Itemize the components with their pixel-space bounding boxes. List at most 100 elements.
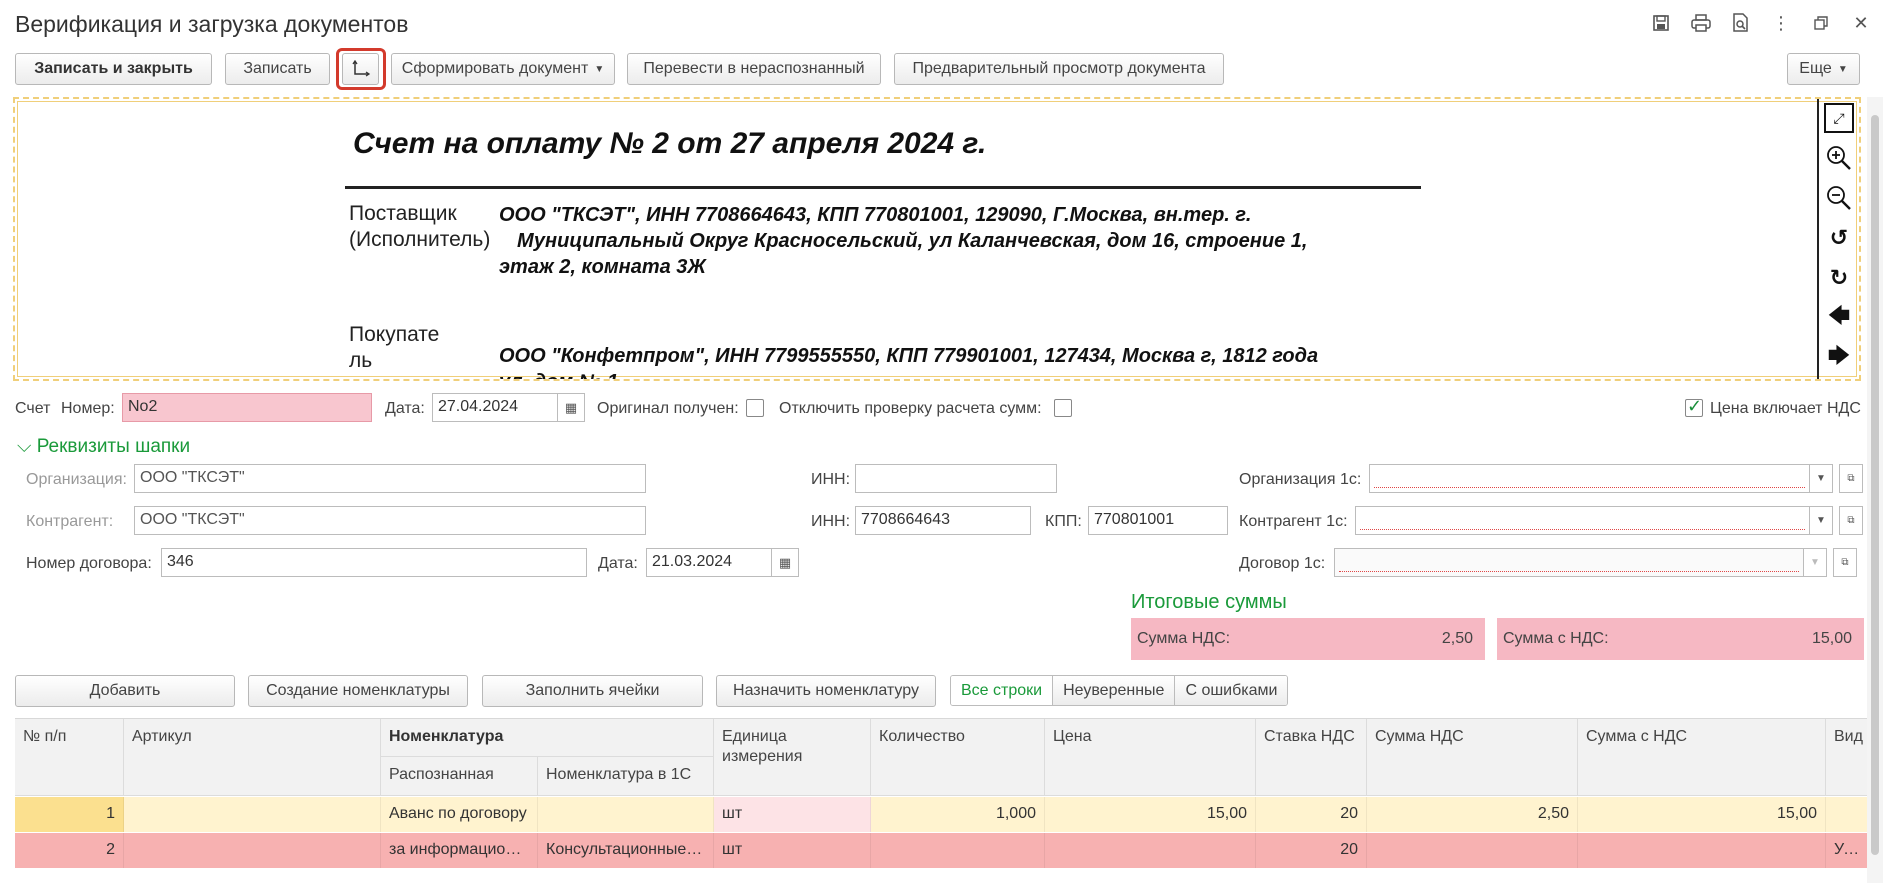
print-icon[interactable] [1691, 12, 1711, 34]
cell-unit[interactable]: шт [714, 797, 871, 832]
to-unrecognized-button[interactable]: Перевести в нераспознанный [627, 53, 881, 85]
filter-all-tab[interactable]: Все строки [951, 676, 1054, 705]
form-document-button[interactable]: Сформировать документ ▼ [391, 53, 615, 85]
cell-type[interactable] [1826, 797, 1870, 832]
col-vat-sum[interactable]: Сумма НДС [1367, 719, 1578, 796]
rotate-right-icon[interactable]: ↻ [1824, 263, 1854, 293]
chevron-down-icon[interactable]: ▼ [1803, 548, 1827, 577]
organization-1c-input[interactable] [1369, 464, 1810, 493]
open-icon[interactable]: ⧉ [1839, 464, 1863, 493]
disable-check-checkbox[interactable] [1054, 399, 1072, 417]
table-row[interactable]: 2 за информационные Консультационные усл… [15, 833, 1870, 868]
inn2-input[interactable]: 7708664643 [855, 506, 1031, 535]
contract-1c-input[interactable] [1334, 548, 1804, 577]
col-recognized[interactable]: Распознанная [381, 757, 538, 796]
fill-cells-button[interactable]: Заполнить ячейки [482, 675, 703, 707]
cell-num[interactable]: 2 [15, 833, 124, 868]
restore-icon[interactable] [1811, 12, 1831, 34]
coordinate-tool-button[interactable] [342, 53, 379, 85]
col-unit[interactable]: Единица измерения [714, 719, 871, 796]
cell-vat-sum[interactable]: 2,50 [1367, 797, 1578, 832]
contract-date-input[interactable]: 21.03.2024 [646, 548, 772, 577]
sum-total-value: 15,00 [1811, 630, 1852, 647]
contractor-input[interactable]: ООО "ТКСЭТ" [134, 506, 646, 535]
cell-type[interactable]: Услуг [1826, 833, 1870, 868]
rotate-left-icon[interactable]: ↺ [1824, 223, 1854, 253]
col-sum-with-vat[interactable]: Сумма с НДС [1578, 719, 1826, 796]
filter-errors-tab[interactable]: С ошибками [1175, 676, 1288, 705]
invoice-date-input[interactable]: 27.04.2024 [432, 393, 558, 422]
sum-total-box: Сумма с НДС: 15,00 [1497, 618, 1864, 660]
contractor-label: Контрагент: [26, 513, 114, 530]
disable-check-label: Отключить проверку расчета сумм: [779, 400, 1042, 417]
preview-document-button[interactable]: Предварительный просмотр документа [894, 53, 1224, 85]
cell-vat-rate[interactable]: 20 [1256, 797, 1367, 832]
filter-unsure-tab[interactable]: Неуверенные [1053, 676, 1176, 705]
fit-icon[interactable]: ⤢ [1824, 103, 1854, 133]
open-icon[interactable]: ⧉ [1839, 506, 1863, 535]
col-type[interactable]: Вид н [1826, 719, 1870, 796]
calendar-icon[interactable]: ▦ [557, 393, 585, 422]
open-icon[interactable]: ⧉ [1833, 548, 1857, 577]
calendar-icon[interactable]: ▦ [771, 548, 799, 577]
table-row[interactable]: 1 Аванс по договору шт 1,000 15,00 20 2,… [15, 797, 1870, 832]
cell-nom1c[interactable]: Консультационные услуги [538, 833, 714, 868]
cell-nom1c[interactable] [538, 797, 714, 832]
col-nomenclature[interactable]: Номенклатура [381, 719, 714, 757]
zoom-in-icon[interactable] [1824, 143, 1854, 173]
cell-num[interactable]: 1 [15, 797, 124, 832]
col-article[interactable]: Артикул [124, 719, 381, 796]
cell-sum-with-vat[interactable]: 15,00 [1578, 797, 1826, 832]
cell-article[interactable] [124, 797, 381, 832]
contract-date-label: Дата: [598, 555, 638, 572]
chevron-down-icon[interactable]: ▼ [1809, 506, 1833, 535]
cell-qty[interactable]: 1,000 [871, 797, 1045, 832]
contractor-1c-label: Контрагент 1с: [1239, 513, 1348, 530]
vat-total-box: Сумма НДС: 2,50 [1131, 618, 1485, 660]
original-received-checkbox[interactable] [746, 399, 764, 417]
organization-input[interactable]: ООО "ТКСЭТ" [134, 464, 646, 493]
cell-price[interactable] [1045, 833, 1256, 868]
arrow-left-icon[interactable]: 🡄 [1824, 303, 1854, 333]
cell-article[interactable] [124, 833, 381, 868]
save-icon[interactable] [1651, 12, 1671, 34]
page-scrollbar[interactable] [1867, 97, 1883, 883]
add-button[interactable]: Добавить [15, 675, 235, 707]
supplier-line-2: Муниципальный Округ Красносельский, ул К… [517, 230, 1308, 252]
zoom-out-icon[interactable] [1824, 183, 1854, 213]
cell-vat-sum[interactable] [1367, 833, 1578, 868]
preview-icon[interactable] [1731, 12, 1751, 34]
contract-number-input[interactable]: 346 [161, 548, 587, 577]
cell-price[interactable]: 15,00 [1045, 797, 1256, 832]
contract-1c-label: Договор 1с: [1239, 555, 1326, 572]
inn-input[interactable] [855, 464, 1057, 493]
cell-qty[interactable] [871, 833, 1045, 868]
col-nom1c[interactable]: Номенклатура в 1С [538, 757, 714, 796]
cell-recognized[interactable]: Аванс по договору [381, 797, 538, 832]
contractor-1c-input[interactable] [1355, 506, 1810, 535]
save-close-button[interactable]: Записать и закрыть [15, 53, 212, 85]
price-includes-vat-checkbox[interactable] [1685, 396, 1703, 417]
header-section-toggle[interactable]: ⌵ Реквизиты шапки [17, 436, 190, 458]
col-vat-rate[interactable]: Ставка НДС [1256, 719, 1367, 796]
kpp-input[interactable]: 770801001 [1088, 506, 1228, 535]
scrollbar-thumb[interactable] [1871, 115, 1879, 855]
cell-unit[interactable]: шт [714, 833, 871, 868]
document-preview[interactable]: Счет на оплату № 2 от 27 апреля 2024 г. … [13, 97, 1861, 381]
col-price[interactable]: Цена [1045, 719, 1256, 796]
invoice-label: Счет [15, 400, 51, 417]
cell-vat-rate[interactable]: 20 [1256, 833, 1367, 868]
more-vert-icon[interactable]: ⋮ [1771, 12, 1791, 34]
cell-recognized[interactable]: за информационные [381, 833, 538, 868]
invoice-number-input[interactable]: No2 [122, 393, 372, 422]
more-button[interactable]: Еще ▼ [1787, 53, 1860, 85]
close-icon[interactable]: ✕ [1851, 12, 1871, 34]
save-button[interactable]: Записать [225, 53, 330, 85]
cell-sum-with-vat[interactable] [1578, 833, 1826, 868]
chevron-down-icon[interactable]: ▼ [1809, 464, 1833, 493]
create-nomenclature-button[interactable]: Создание номенклатуры [248, 675, 468, 707]
arrow-right-icon[interactable]: 🡆 [1824, 343, 1854, 373]
col-num[interactable]: № п/п [15, 719, 124, 796]
assign-nomenclature-button[interactable]: Назначить номенклатуру [716, 675, 936, 707]
col-qty[interactable]: Количество [871, 719, 1045, 796]
